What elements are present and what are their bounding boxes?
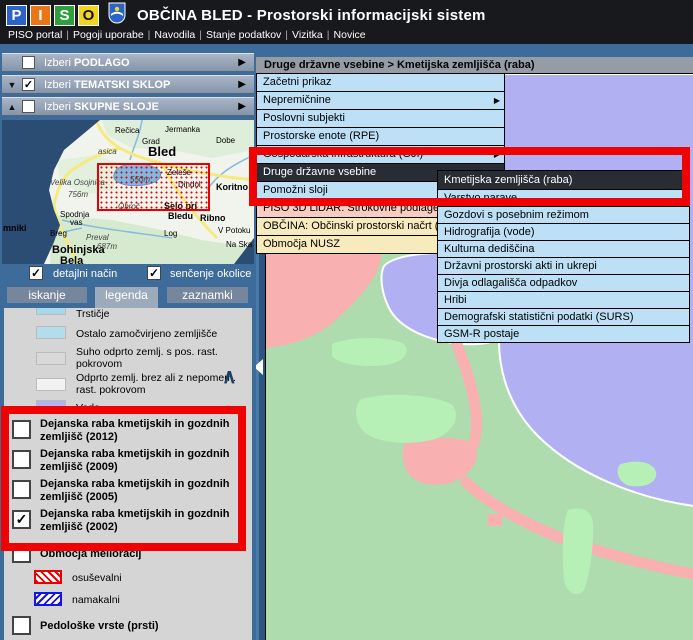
nav-link[interactable]: Navodila: [154, 29, 195, 41]
legend-label: Ostalo zamočvirjeno zemljišče: [76, 328, 241, 340]
bled-coat-of-arms-icon: [108, 2, 126, 29]
panel-label: Izberi SKUPNE SLOJE: [44, 101, 159, 113]
submenu-item-demografski-podatki[interactable]: Demografski statistični podatki (SURS): [438, 309, 689, 326]
submenu-arrow-icon: ▶: [494, 92, 500, 109]
osusevalni-label: osuševalni: [72, 572, 237, 584]
top-nav-links: PISO portal|Pogoji uporabe|Navodila|Stan…: [8, 29, 366, 41]
detajlni-nacin-label: detajlni način: [53, 268, 117, 280]
submenu-item-hidrografija[interactable]: Hidrografija (vode): [438, 224, 689, 241]
osusevalni-swatch: [34, 570, 62, 584]
map-place-label: V Potoku: [218, 226, 250, 235]
nav-link[interactable]: PISO portal: [8, 29, 62, 41]
map-place-label: mniki: [3, 223, 27, 233]
map-place-label: Preval: [86, 233, 109, 242]
panel-arrow-icon[interactable]: ▶: [238, 101, 246, 112]
legend-swatch: [36, 308, 66, 315]
map-place-label: Jermanka: [165, 125, 200, 134]
panel-label: Izberi PODLAGO: [44, 57, 130, 69]
nav-link[interactable]: Stanje podatkov: [206, 29, 281, 41]
map-place-label: Bled: [148, 144, 176, 159]
legend-label: Suho odprto zemlj. s pos. rast. pokrovom: [76, 346, 241, 370]
piso-logo-letter-s: S: [54, 5, 75, 26]
submenu-item-gozdovi[interactable]: Gozdovi s posebnim režimom: [438, 207, 689, 224]
annotation-rectangle-legend: [1, 406, 246, 551]
detajlni-nacin-checkbox[interactable]: ✓: [29, 266, 43, 280]
map-place-label: Rečica: [115, 126, 139, 135]
panel-header-tematski-sklop[interactable]: ▼ ✓ Izberi TEMATSKI SKLOP ▶: [2, 75, 254, 94]
map-place-label: Log: [164, 229, 177, 238]
map-options-row: ✓ detajlni način ✓ senčenje okolice: [0, 266, 256, 284]
podlago-checkbox[interactable]: [22, 56, 35, 69]
annotation-rectangle-menu: [249, 147, 690, 206]
nav-link[interactable]: Pogoji uporabe: [73, 29, 144, 41]
legend-swatch: [36, 352, 66, 365]
panel-arrow-icon[interactable]: ▶: [238, 57, 246, 68]
namakalni-label: namakalni: [72, 594, 237, 606]
menu-item-nepremicnine[interactable]: Nepremičnine▶: [257, 92, 504, 110]
tab-zaznamki[interactable]: zaznamki: [167, 287, 248, 303]
tab-iskanje[interactable]: iskanje: [7, 287, 87, 303]
expander-icon[interactable]: ▼: [2, 80, 22, 90]
menu-item-prostorske-enote[interactable]: Prostorske enote (RPE): [257, 128, 504, 146]
piso-logo-letter-o: O: [78, 5, 99, 26]
namakalni-swatch: [34, 592, 62, 606]
legend-label: Trstičje: [76, 308, 241, 320]
page-title: OBČINA BLED - Prostorski informacijski s…: [137, 7, 486, 24]
legend-label: Odprto zemlj. brez ali z nepomem. rast. …: [76, 372, 241, 396]
nav-link[interactable]: Vizitka: [292, 29, 323, 41]
header: P I S O OBČINA BLED - Prostorski informa…: [0, 0, 693, 44]
tematski-sklop-checkbox[interactable]: ✓: [22, 78, 35, 91]
legend-scroll-up-icon[interactable]: ∧: [222, 364, 237, 389]
legend-swatch: [36, 326, 66, 339]
submenu-item-divja-odlagalisca[interactable]: Divja odlagališča odpadkov: [438, 275, 689, 292]
submenu-item-kulturna-dediscina[interactable]: Kulturna dediščina: [438, 241, 689, 258]
submenu-item-drzavni-akti[interactable]: Državni prostorski akti in ukrepi: [438, 258, 689, 275]
pedoloske-checkbox[interactable]: [12, 616, 31, 635]
submenu-item-gsm-r[interactable]: GSM-R postaje: [438, 326, 689, 343]
map-place-label: Dobe: [216, 136, 235, 145]
map-place-label: Na Ska: [226, 240, 252, 249]
map-place-label: Bela: [60, 255, 83, 264]
map-place-label: Koritno: [216, 182, 248, 192]
map-place-label: Breg: [50, 229, 67, 238]
expander-icon[interactable]: ▲: [2, 102, 22, 112]
map-place-label: vas: [70, 218, 82, 227]
map-place-label: asica: [98, 147, 117, 156]
tab-legenda[interactable]: legenda: [95, 287, 158, 308]
map-place-label: Ribno: [200, 213, 226, 223]
map-extent-rectangle[interactable]: [97, 163, 210, 211]
sencenje-okolice-label: senčenje okolice: [170, 268, 251, 280]
map-place-label: 687m: [97, 242, 117, 251]
panel-header-podlago[interactable]: Izberi PODLAGO ▶: [2, 53, 254, 72]
piso-logo-letter-p: P: [6, 5, 27, 26]
menu-item-poslovni-subjekti[interactable]: Poslovni subjekti: [257, 110, 504, 128]
map-place-label: 756m: [68, 190, 88, 199]
legend-swatch: [36, 378, 66, 391]
overview-map[interactable]: RečicaJermankaGradBledDobeasicaZeleše550…: [2, 120, 254, 264]
submenu-item-hribi[interactable]: Hribi: [438, 292, 689, 309]
breadcrumb: Druge državne vsebine > Kmetijska zemlji…: [256, 57, 693, 73]
panel-header-skupne-sloje[interactable]: ▲ Izberi SKUPNE SLOJE ▶: [2, 97, 254, 116]
pedoloske-label: Pedološke vrste (prsti): [40, 620, 230, 633]
menu-item-zacetni-prikaz[interactable]: Začetni prikaz: [257, 74, 504, 92]
panel-arrow-icon[interactable]: ▶: [238, 79, 246, 90]
skupne-sloje-checkbox[interactable]: [22, 100, 35, 113]
nav-link[interactable]: Novice: [334, 29, 366, 41]
sencenje-okolice-checkbox[interactable]: ✓: [147, 266, 161, 280]
panel-label: Izberi TEMATSKI SKLOP: [44, 79, 170, 91]
map-place-label: Bledu: [168, 211, 193, 221]
piso-logo-letter-i: I: [30, 5, 51, 26]
